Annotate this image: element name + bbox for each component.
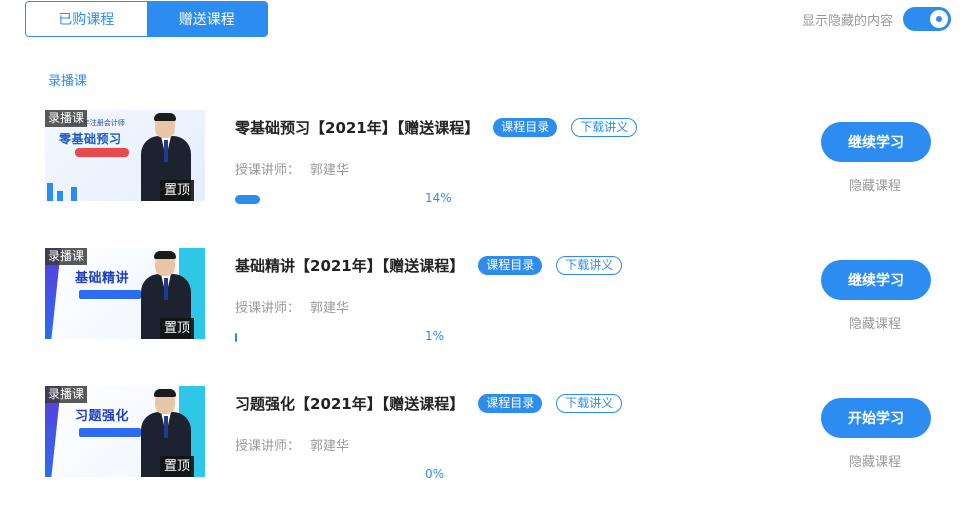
- record-tag: 录播课: [45, 386, 88, 403]
- download-notes-button[interactable]: 下载讲义: [571, 118, 638, 137]
- progress-percent: 14%: [425, 191, 452, 205]
- course-item: 基础精讲 录播课 置顶 基础精讲【2021年】【赠送课程】 课程目录 下载讲义 …: [0, 248, 965, 343]
- course-title[interactable]: 习题强化【2021年】【赠送课程】: [235, 393, 464, 414]
- hide-course-link[interactable]: 隐藏课程: [849, 313, 901, 332]
- lecturer-info: 授课讲师： 郭建华: [235, 301, 350, 316]
- lecturer-name: 郭建华: [310, 301, 350, 316]
- record-tag: 录播课: [45, 110, 88, 127]
- pin-tag[interactable]: 置顶: [160, 318, 195, 339]
- progress-bar: [235, 471, 435, 480]
- lecturer-name: 郭建华: [310, 163, 350, 178]
- tab-gifted[interactable]: 赠送课程: [146, 2, 267, 36]
- catalog-button[interactable]: 课程目录: [478, 256, 543, 275]
- course-item: 2021年注册会计师 零基础预习 录播课 置顶 零基础预习【2021年】【赠送课…: [0, 110, 965, 205]
- continue-study-button[interactable]: 继续学习: [821, 122, 931, 162]
- toggle-knob: [930, 10, 948, 28]
- course-title[interactable]: 基础精讲【2021年】【赠送课程】: [235, 255, 464, 276]
- course-tabs: 已购课程 赠送课程: [25, 1, 268, 37]
- progress-percent: 1%: [425, 329, 445, 343]
- lecturer-name: 郭建华: [310, 439, 350, 454]
- progress-bar: [235, 333, 435, 342]
- course-item: 习题强化 录播课 置顶 习题强化【2021年】【赠送课程】 课程目录 下载讲义 …: [0, 386, 965, 481]
- start-study-button[interactable]: 开始学习: [821, 398, 931, 438]
- catalog-button[interactable]: 课程目录: [493, 118, 558, 137]
- lecturer-info: 授课讲师： 郭建华: [235, 439, 350, 454]
- hide-course-link[interactable]: 隐藏课程: [849, 175, 901, 194]
- pin-tag[interactable]: 置顶: [160, 456, 195, 477]
- section-title: 录播课: [48, 74, 88, 89]
- thumbnail-title: 零基础预习: [59, 132, 122, 146]
- progress-percent: 0%: [425, 467, 445, 481]
- show-hidden-control: 显示隐藏的内容: [802, 7, 951, 31]
- show-hidden-label: 显示隐藏的内容: [801, 13, 893, 29]
- thumbnail-title: 基础精讲: [75, 271, 130, 286]
- show-hidden-toggle[interactable]: [903, 7, 951, 31]
- course-title[interactable]: 零基础预习【2021年】【赠送课程】: [235, 117, 479, 138]
- progress-bar: [235, 195, 435, 204]
- download-notes-button[interactable]: 下载讲义: [556, 394, 623, 413]
- tab-purchased[interactable]: 已购课程: [26, 2, 147, 36]
- download-notes-button[interactable]: 下载讲义: [556, 256, 623, 275]
- record-tag: 录播课: [45, 248, 88, 265]
- pin-tag[interactable]: 置顶: [160, 180, 195, 201]
- continue-study-button[interactable]: 继续学习: [821, 260, 931, 300]
- thumbnail-title: 习题强化: [75, 409, 130, 424]
- lecturer-info: 授课讲师： 郭建华: [235, 163, 350, 178]
- hide-course-link[interactable]: 隐藏课程: [849, 451, 901, 470]
- catalog-button[interactable]: 课程目录: [478, 394, 543, 413]
